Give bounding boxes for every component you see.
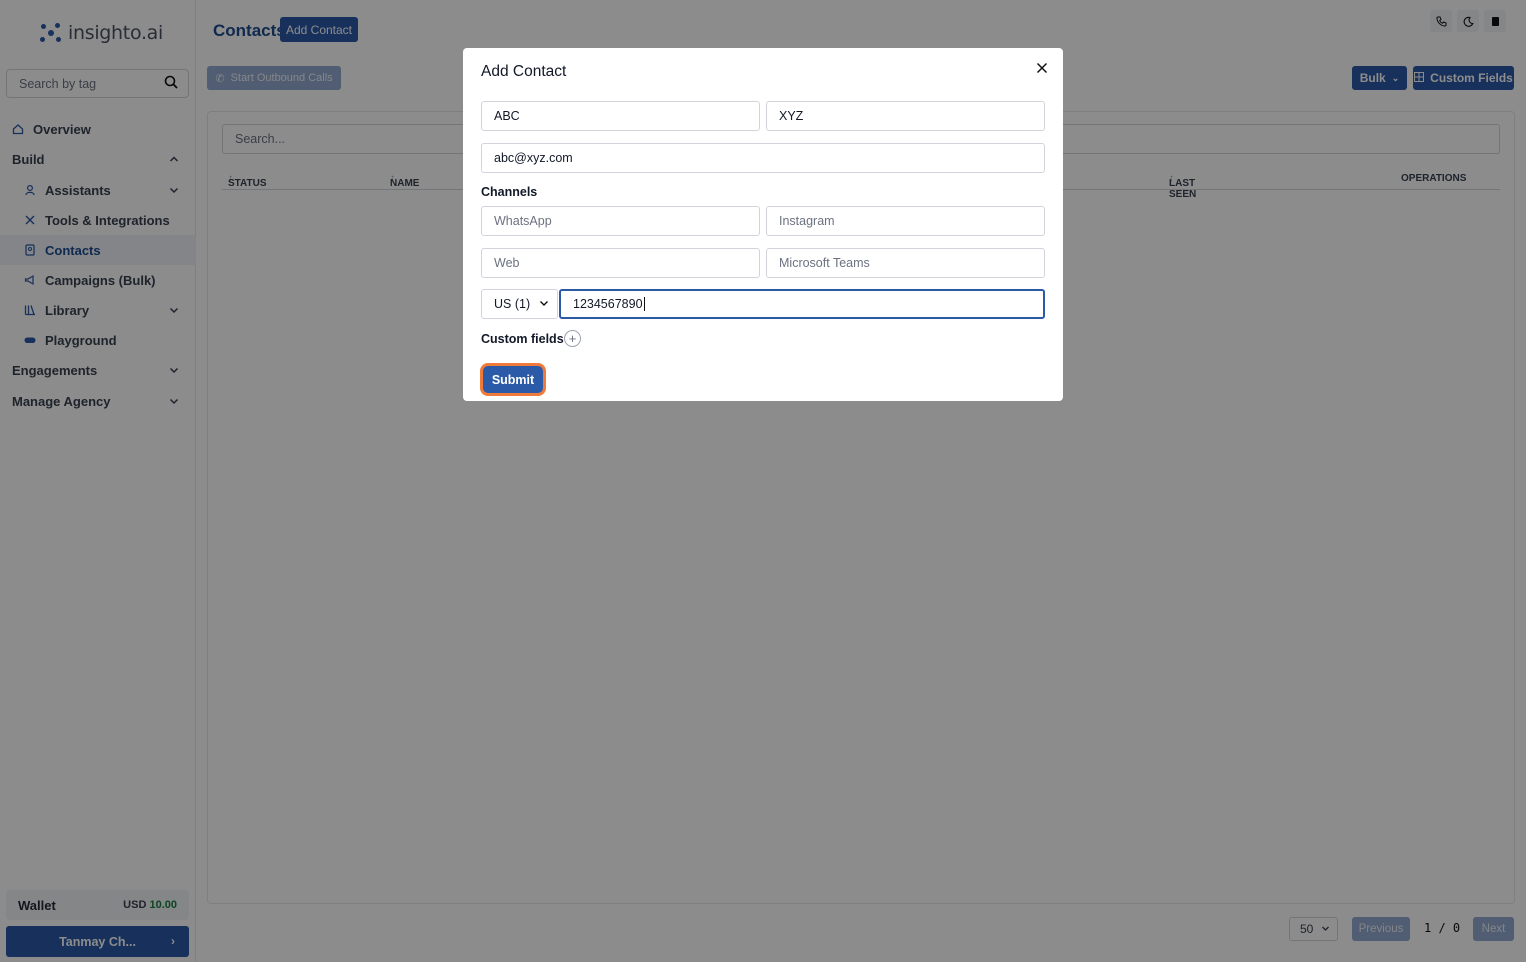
first-name-field[interactable]: ABC [481, 101, 760, 131]
modal-title: Add Contact [481, 63, 567, 80]
close-icon[interactable] [1033, 59, 1051, 77]
phone-number-field[interactable]: 1234567890 [559, 289, 1045, 319]
last-name-field[interactable]: XYZ [766, 101, 1045, 131]
whatsapp-field[interactable]: WhatsApp [481, 206, 760, 236]
add-custom-field-icon[interactable]: + [564, 330, 581, 347]
custom-fields-text: Custom fields [481, 332, 564, 346]
instagram-field[interactable]: Instagram [766, 206, 1045, 236]
text-cursor [643, 297, 645, 311]
add-contact-modal: Add Contact ABC XYZ abc@xyz.com Channels… [463, 48, 1063, 401]
phone-number-value: 1234567890 [573, 297, 643, 311]
submit-button[interactable]: Submit [480, 363, 546, 396]
custom-fields-label: Custom fields [481, 332, 564, 346]
country-code-select[interactable]: US (1) [481, 289, 558, 319]
channels-label: Channels [481, 185, 538, 199]
microsoft-teams-field[interactable]: Microsoft Teams [766, 248, 1045, 278]
country-code-value: US (1) [494, 297, 531, 311]
web-field[interactable]: Web [481, 248, 760, 278]
email-field[interactable]: abc@xyz.com [481, 143, 1045, 173]
chevron-down-icon [539, 297, 549, 311]
